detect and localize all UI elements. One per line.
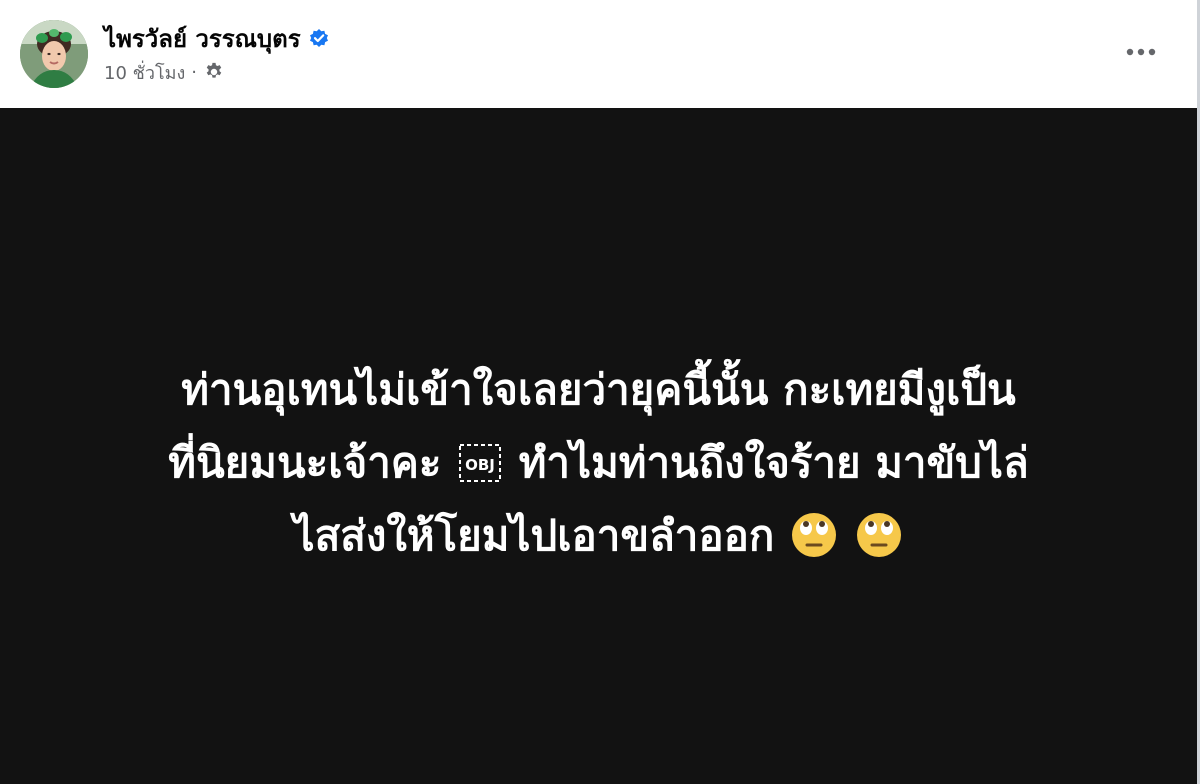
eye-roll-emoji (789, 509, 839, 559)
object-placeholder-icon: OBJ (458, 432, 502, 482)
avatar[interactable] (20, 20, 88, 88)
author-line: ไพรวัลย์ วรรณบุตร (104, 22, 329, 54)
status-line-2-start: ที่นิยมนะเจ้าคะ (168, 438, 442, 487)
gear-icon[interactable] (203, 61, 225, 83)
author-name[interactable]: ไพรวัลย์ วรรณบุตร (104, 19, 301, 58)
status-line-3: ไสส่งให้โยมไปเอาขลำออก (40, 499, 1157, 572)
post-header: ไพรวัลย์ วรรณบุตร 10 ชั่วโมง · (0, 0, 1197, 108)
post-status-image[interactable]: ท่านอุเทนไม่เข้าใจเลยว่ายุคนี้นั้น กะเทย… (0, 108, 1197, 784)
eye-roll-emoji (854, 509, 904, 559)
verified-badge-icon (309, 28, 329, 48)
status-line-1: ท่านอุเทนไม่เข้าใจเลยว่ายุคนี้นั้น กะเทย… (181, 365, 1016, 414)
meta-separator: · (191, 61, 198, 83)
post-timestamp[interactable]: 10 ชั่วโมง (104, 58, 185, 87)
object-placeholder-label: OBJ (465, 456, 495, 474)
more-options-icon (1126, 48, 1156, 56)
status-line-2-end: ทำไมท่านถึงใจร้าย มาขับไล่ (518, 438, 1029, 487)
status-line-3-text: ไสส่งให้โยมไปเอาขลำออก (293, 511, 775, 560)
facebook-post: ไพรวัลย์ วรรณบุตร 10 ชั่วโมง · ท่านอุเทน… (0, 0, 1200, 784)
avatar-photo (20, 20, 88, 88)
more-options-button[interactable] (1116, 30, 1166, 74)
post-meta: 10 ชั่วโมง · (104, 58, 225, 86)
status-line-2: ที่นิยมนะเจ้าคะ OBJ ทำไมท่านถึงใจร้าย มา… (40, 426, 1157, 499)
status-text: ท่านอุเทนไม่เข้าใจเลยว่ายุคนี้นั้น กะเทย… (40, 353, 1157, 572)
